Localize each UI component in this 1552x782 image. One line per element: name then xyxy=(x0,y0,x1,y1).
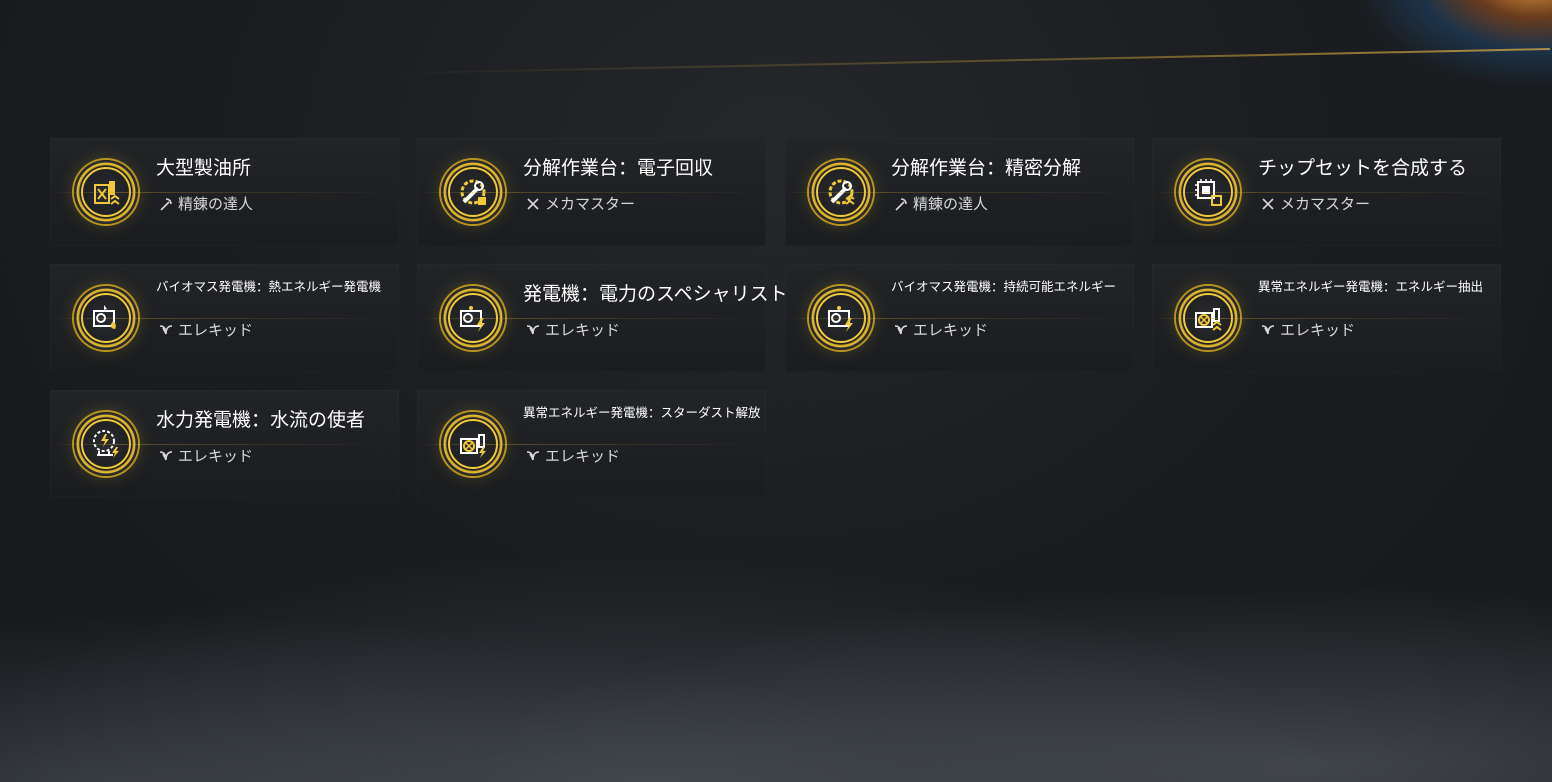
skill-label: 精錬の達人 xyxy=(913,195,989,213)
generator-icon xyxy=(93,305,116,329)
recipe-title: チップセットを合成する xyxy=(1258,157,1468,179)
recipe-badge xyxy=(441,160,505,224)
pickaxe-icon xyxy=(893,196,909,212)
recipe-title: 異常エネルギー発電機：エネルギー抽出 xyxy=(1258,279,1484,294)
recipe-title: 大型製油所 xyxy=(156,157,252,179)
recipe-title: 発電機：電力のスペシャリスト xyxy=(523,283,788,305)
leaf-icon xyxy=(525,448,541,464)
generator-icon xyxy=(828,306,853,332)
skill-label: エレキッド xyxy=(178,321,254,339)
recipe-badge xyxy=(441,286,505,350)
recipe-card-dismantle-precision[interactable]: 分解作業台：精密分解 精錬の達人 xyxy=(785,138,1134,246)
leaf-icon xyxy=(158,448,174,464)
top-right-glow xyxy=(1352,0,1552,90)
skill-label: エレキッド xyxy=(913,321,989,339)
recipe-title: バイオマス発電機：熱エネルギー発電機 xyxy=(156,279,382,294)
recipe-skill: メカマスター xyxy=(525,193,635,214)
recipe-skill: エレキッド xyxy=(158,445,253,466)
recipe-badge xyxy=(1176,286,1240,350)
recipe-title: バイオマス発電機：持続可能エネルギー xyxy=(891,279,1117,294)
recipe-skill: エレキッド xyxy=(525,319,620,340)
skill-label: メカマスター xyxy=(1280,195,1371,213)
recipe-card-oil-refinery[interactable]: 大型製油所 精錬の達人 xyxy=(50,138,399,246)
recipe-card-biomass-sustainable[interactable]: バイオマス発電機：持続可能エネルギー エレキッド xyxy=(785,264,1134,372)
recipe-title: 異常エネルギー発電機：スターダスト解放 xyxy=(523,405,761,420)
pickaxe-icon xyxy=(158,196,174,212)
recipe-badge xyxy=(74,412,138,476)
recipe-skill: エレキッド xyxy=(893,319,988,340)
recipe-skill: エレキッド xyxy=(158,319,253,340)
water-wheel-icon xyxy=(93,430,119,458)
recipe-skill: エレキッド xyxy=(1260,319,1355,340)
recipe-card-anomaly-extraction[interactable]: 異常エネルギー発電機：エネルギー抽出 エレキッド xyxy=(1152,264,1501,372)
wrench-gear-icon xyxy=(460,179,486,205)
recipe-card-hydro[interactable]: 水力発電機：水流の使者 エレキッド xyxy=(50,390,399,498)
background-fog xyxy=(0,482,1552,782)
recipe-badge xyxy=(809,286,873,350)
recipe-card-anomaly-stardust[interactable]: 異常エネルギー発電機：スターダスト解放 エレキッド xyxy=(417,390,766,498)
leaf-icon xyxy=(525,322,541,338)
skill-label: エレキッド xyxy=(1280,321,1356,339)
leaf-icon xyxy=(893,322,909,338)
skill-label: エレキッド xyxy=(178,447,254,465)
skill-label: エレキッド xyxy=(545,447,621,465)
recipe-card-dismantle-electronic[interactable]: 分解作業台：電子回収 メカマスター xyxy=(417,138,766,246)
skill-label: メカマスター xyxy=(545,195,636,213)
recipe-title: 分解作業台：精密分解 xyxy=(891,157,1082,179)
recipe-title: 水力発電機：水流の使者 xyxy=(156,409,366,431)
recipe-card-chipset[interactable]: チップセットを合成する メカマスター xyxy=(1152,138,1501,246)
wrench-gear-icon xyxy=(828,179,855,205)
skill-label: 精錬の達人 xyxy=(178,195,254,213)
crossed-tools-icon xyxy=(1260,196,1276,212)
generator-icon xyxy=(460,306,485,332)
recipe-title: 分解作業台：電子回収 xyxy=(523,157,714,179)
recipe-skill: 精錬の達人 xyxy=(158,193,253,214)
recipe-card-biomass-thermal[interactable]: バイオマス発電機：熱エネルギー発電機 エレキッド xyxy=(50,264,399,372)
recipe-badge xyxy=(74,160,138,224)
crossed-tools-icon xyxy=(525,196,541,212)
recipe-card-power-specialist[interactable]: 発電機：電力のスペシャリスト エレキッド xyxy=(417,264,788,372)
recipe-skill: エレキッド xyxy=(525,445,620,466)
recipe-badge xyxy=(1176,160,1240,224)
recipe-badge xyxy=(809,160,873,224)
recipe-skill: 精錬の達人 xyxy=(893,193,988,214)
leaf-icon xyxy=(158,322,174,338)
oil-refinery-icon xyxy=(94,181,120,205)
leaf-icon xyxy=(1260,322,1276,338)
recipe-badge xyxy=(441,412,505,476)
anomaly-generator-icon xyxy=(460,434,486,458)
chipset-icon xyxy=(1195,179,1222,206)
recipe-badge xyxy=(74,286,138,350)
recipe-skill: メカマスター xyxy=(1260,193,1370,214)
skill-label: エレキッド xyxy=(545,321,621,339)
anomaly-generator-icon xyxy=(1195,308,1222,331)
